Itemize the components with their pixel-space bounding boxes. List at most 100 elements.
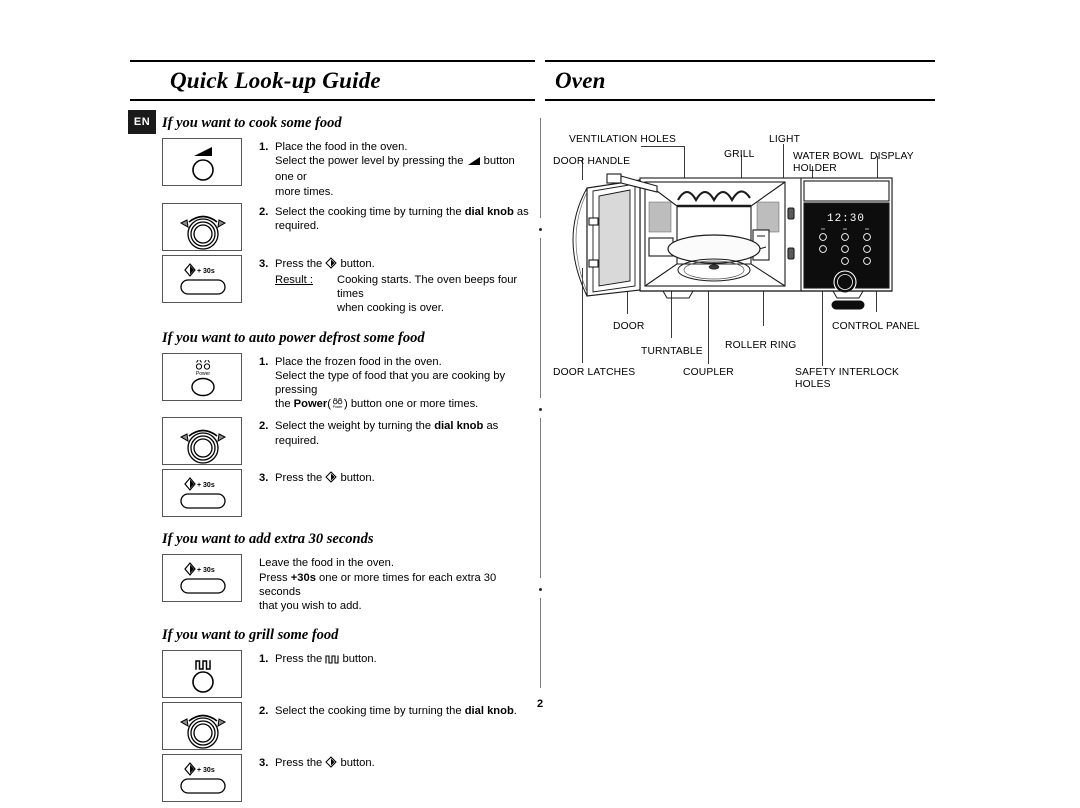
step-line: Leave the food in the oven. [259,557,394,570]
label-control-panel: CONTROL PANEL [832,321,920,332]
step-number: 3. [259,472,269,485]
power-level-glyph-icon [467,156,481,170]
step-grill-1-text: 1. Press the button. [259,650,535,668]
step-number: 2. [259,705,269,718]
step-line: button. [340,257,375,270]
emphasis-dial-knob: dial knob [434,420,484,433]
step-line: Place the frozen food in the oven. [275,355,442,368]
start-plus-30s-button-icon[interactable]: + 30s [162,469,242,518]
step-number: 1. [259,141,269,153]
step-number: 2. [259,205,269,218]
grill-glyph-icon [325,654,339,668]
label-door: DOOR [613,321,645,332]
step-line: button. [342,653,377,666]
manual-page: Quick Look-up Guide If you want to cook … [0,0,1080,803]
result-line: when cooking is over. [337,302,444,315]
dial-knob-icon[interactable] [162,417,242,466]
power-glyph-icon: Power [331,397,344,413]
dial-knob-icon[interactable] [162,702,242,751]
step-cook-3-text: 3. Press the button. Result : Cooking st… [259,255,535,316]
step-line: Press the [275,653,323,666]
label-door-latches: DOOR LATCHES [553,367,636,378]
step-line: as [516,205,529,218]
label-safety-interlock-line2: HOLES [795,379,831,390]
start-plus-30s-button-icon[interactable]: + 30s [162,754,242,803]
svg-text:Power: Power [196,371,211,377]
oven-display-text: 12:30 [827,213,865,225]
label-coupler: COUPLER [683,367,734,378]
step-line: button. [340,472,375,485]
divider-dot [539,408,542,411]
start-glyph-icon [325,257,338,273]
step-line: Press the [275,257,323,270]
step-defrost-3: + 30s 3. Press the button. [162,469,535,518]
left-column: Quick Look-up Guide If you want to cook … [130,60,535,803]
svg-text:+ 30s: + 30s [197,767,215,774]
divider-segment [540,598,541,688]
svg-text:+ 30s: + 30s [197,482,215,489]
label-grill: GRILL [724,149,755,160]
step-grill-1: 1. Press the button. [162,650,535,699]
label-light: LIGHT [769,134,801,145]
step-line: the [275,398,291,411]
section-heading-extra30: If you want to add extra 30 seconds [162,531,374,548]
period: . [513,705,517,718]
label-safety-interlock-line1: SAFETY INTERLOCK [795,367,900,378]
step-number: 3. [259,257,269,270]
step-line: Select the power level by pressing the [275,155,464,168]
label-roller-ring: ROLLER RING [725,340,797,351]
step-defrost-3-text: 3. Press the button. [259,469,535,487]
step-grill-2: 2. Select the cooking time by turning th… [162,702,535,751]
step-grill-3-text: 3. Press the button. [259,754,535,772]
step-extra30-text: Leave the food in the oven. Press +30s o… [259,554,535,613]
emphasis-power: Power [293,398,328,411]
divider-segment [540,418,541,578]
start-glyph-icon [325,756,338,772]
label-ventilation-holes: VENTILATION HOLES [569,134,677,145]
power-button-icon[interactable]: Power [162,352,242,401]
divider-segment [540,118,541,218]
page-number: 2 [536,698,544,710]
label-water-bowl-holder-line1: WATER BOWL [793,151,864,162]
step-number: 1. [259,653,269,666]
step-defrost-2-text: 2. Select the weight by turning the dial… [259,417,535,447]
step-line: required. [275,220,320,233]
step-line: that you wish to add. [259,600,362,613]
step-line: Press [259,571,288,584]
svg-text:Power: Power [333,405,343,409]
step-line: Select the cooking time by turning the [275,205,462,218]
emphasis-dial-knob: dial knob [464,205,514,218]
svg-text:+ 30s: + 30s [197,268,215,275]
step-line: button. [340,757,375,770]
result-line: Cooking starts. The oven beeps four time… [337,274,518,301]
step-line: ) button one or more times. [343,398,479,411]
step-line: Select the cooking time by turning the [275,705,462,718]
step-grill-3: + 30s 3. Press the button. [162,754,535,803]
power-level-button-icon[interactable] [162,138,242,186]
section-title-oven: Oven [545,62,935,101]
section-heading-cook: If you want to cook some food [162,115,342,131]
step-cook-3: + 30s 3. Press the button. Result : Cook… [162,254,535,316]
start-plus-30s-button-icon[interactable]: + 30s [162,254,242,303]
step-line: Select the weight by turning the [275,420,432,433]
divider-dot [539,588,542,591]
dial-knob-icon[interactable] [162,202,242,251]
step-grill-2-text: 2. Select the cooking time by turning th… [259,702,535,718]
start-plus-30s-button-icon[interactable]: + 30s [162,554,242,603]
label-water-bowl-holder-line2: HOLDER [793,163,837,174]
right-column: Oven [545,60,935,101]
step-line: Select the type of food that you are coo… [275,369,506,397]
start-glyph [184,262,196,277]
step-defrost-1-text: 1. Place the frozen food in the oven. Se… [259,353,535,414]
divider-dot [539,228,542,231]
step-cook-2: 2. Select the cooking time by turning th… [162,202,535,251]
step-number: 3. [259,757,269,770]
page-title: Quick Look-up Guide [130,62,535,101]
step-cook-1-text: 1. Place the food in the oven. Select th… [259,138,535,199]
label-display: DISPLAY [870,151,914,162]
emphasis-plus30s: +30s [290,571,316,584]
grill-button-icon[interactable] [162,650,242,699]
step-defrost-2: 2. Select the weight by turning the dial… [162,417,535,466]
label-door-handle: DOOR HANDLE [553,156,631,167]
language-badge: EN [128,110,156,134]
